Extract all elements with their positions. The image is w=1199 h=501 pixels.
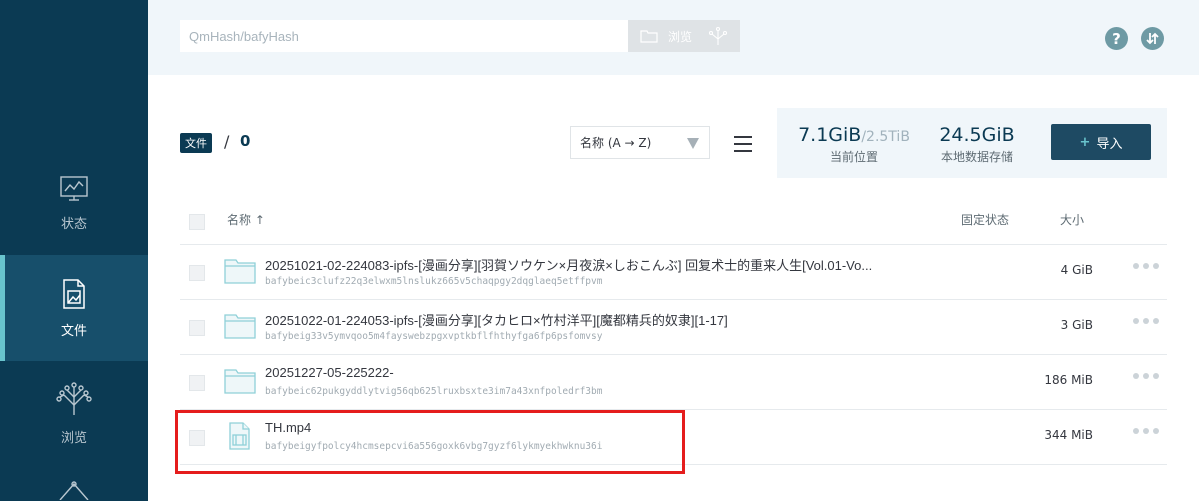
plus-icon: +	[1079, 134, 1091, 150]
folder-icon[interactable]	[224, 312, 256, 340]
file-cid: bafybeig33v5ymvqoo5m4fayswebzpgxvptkbflf…	[265, 331, 603, 342]
file-name[interactable]: TH.mp4	[265, 420, 311, 435]
top-header: 浏览 ?	[148, 0, 1199, 75]
search-input[interactable]	[180, 20, 628, 52]
current-total: /2.5TiB	[861, 129, 910, 145]
sidebar-item-label: 文件	[60, 323, 87, 339]
sidebar-item-status[interactable]: 状态	[0, 150, 148, 256]
file-name[interactable]: 20251227-05-225222-	[265, 365, 394, 380]
table-row[interactable]: TH.mp4 bafybeigyfpolcy4hcmsepcvi6a556gox…	[180, 410, 1167, 465]
more-options-icon[interactable]	[1133, 370, 1161, 382]
help-icon[interactable]: ?	[1105, 27, 1128, 50]
tree-graph-icon	[56, 381, 92, 415]
sidebar-item-label: 状态	[60, 216, 87, 232]
tree-graph-icon	[708, 26, 728, 45]
more-options-icon[interactable]	[1133, 260, 1161, 272]
folder-icon[interactable]	[224, 257, 256, 285]
sidebar-item-files[interactable]: 文件	[0, 255, 148, 361]
column-header-pin-status: 固定状态	[961, 213, 1010, 227]
file-cid: bafybeigyfpolcy4hcmsepcvi6a556goxk6vbg7g…	[265, 441, 603, 452]
sort-dropdown[interactable]: 名称 (A → Z)	[570, 126, 710, 159]
file-size: 344 MiB	[1044, 428, 1093, 442]
sidebar: 状态 文件 浏览	[0, 0, 148, 501]
local-storage-stat: 24.5GiB 本地数据存储	[927, 124, 1027, 165]
column-header-name[interactable]: 名称 ↑	[227, 211, 265, 228]
file-cid: bafybeic3clufz22q3elwxm5lnslukz665v5chaq…	[265, 276, 603, 287]
current-size: 7.1GiB	[798, 124, 862, 146]
caret-down-icon	[687, 138, 699, 149]
stats-panel: 7.1GiB/2.5TiB 当前位置 24.5GiB 本地数据存储 + 导入	[777, 108, 1167, 178]
column-header-size: 大小	[1060, 213, 1085, 227]
breadcrumb-current: 0	[240, 132, 251, 150]
select-all-checkbox[interactable]	[189, 214, 205, 230]
file-size: 4 GiB	[1060, 263, 1093, 277]
sidebar-item-label: 浏览	[60, 430, 87, 446]
more-options-icon[interactable]	[1133, 425, 1161, 437]
table-row[interactable]: 20251022-01-224053-ipfs-[漫画分享][タカヒロ×竹村洋平…	[180, 300, 1167, 355]
current-location-label: 当前位置	[829, 150, 878, 164]
breadcrumb-root[interactable]: 文件	[180, 133, 212, 153]
row-checkbox[interactable]	[189, 265, 205, 281]
sidebar-item-peers[interactable]	[0, 470, 148, 501]
current-location-stat: 7.1GiB/2.5TiB 当前位置	[789, 124, 919, 165]
list-view-icon[interactable]	[734, 136, 752, 152]
hexagon-network-icon	[59, 481, 89, 500]
table-row[interactable]: 20251227-05-225222- bafybeic62pukgyddlyt…	[180, 355, 1167, 410]
file-cid: bafybeic62pukgyddlytvig56qb625lruxbsxte3…	[265, 386, 603, 397]
local-size: 24.5GiB	[939, 124, 1015, 146]
file-name[interactable]: 20251021-02-224083-ipfs-[漫画分享][羽賀ソウケン×月夜…	[265, 255, 872, 274]
browse-label: 浏览	[668, 29, 693, 44]
import-button[interactable]: + 导入	[1051, 124, 1151, 160]
table-header: 名称 ↑ 固定状态 大小	[180, 205, 1167, 245]
local-storage-label: 本地数据存储	[940, 150, 1013, 164]
document-icon	[63, 278, 85, 309]
file-name[interactable]: 20251022-01-224053-ipfs-[漫画分享][タカヒロ×竹村洋平…	[265, 310, 728, 329]
more-options-icon[interactable]	[1133, 315, 1161, 327]
row-checkbox[interactable]	[189, 320, 205, 336]
browse-button[interactable]: 浏览	[628, 20, 740, 52]
sidebar-item-explore[interactable]: 浏览	[0, 360, 148, 466]
row-checkbox[interactable]	[189, 430, 205, 446]
breadcrumb-separator: /	[224, 132, 230, 151]
sync-arrows-icon[interactable]	[1141, 27, 1164, 50]
video-file-icon[interactable]	[224, 422, 256, 450]
folder-icon	[640, 30, 658, 43]
file-size: 3 GiB	[1060, 318, 1093, 332]
file-size: 186 MiB	[1044, 373, 1093, 387]
sort-selected-value: 名称 (A → Z)	[580, 136, 652, 150]
folder-icon[interactable]	[224, 367, 256, 395]
import-label: 导入	[1096, 136, 1123, 152]
row-checkbox[interactable]	[189, 375, 205, 391]
chart-monitor-icon	[60, 175, 88, 201]
table-row[interactable]: 20251021-02-224083-ipfs-[漫画分享][羽賀ソウケン×月夜…	[180, 245, 1167, 300]
